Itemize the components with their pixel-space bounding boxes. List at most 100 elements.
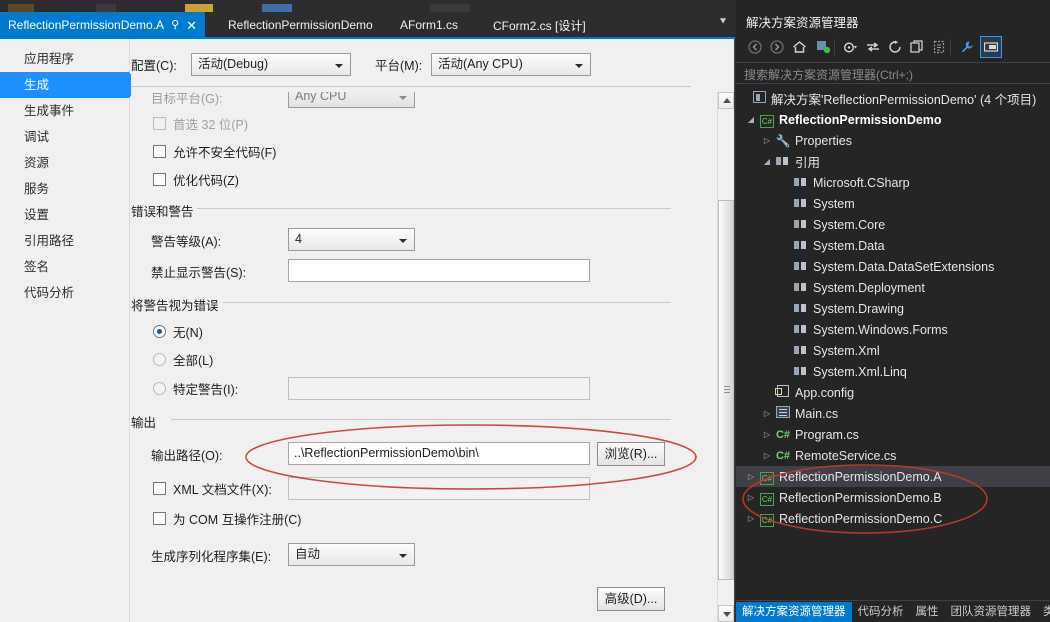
tree-node-references[interactable]: ◢ 引用	[736, 151, 1050, 172]
tree-node-program-cs[interactable]: ▷ C# Program.cs	[736, 424, 1050, 445]
tree-node-main-cs[interactable]: ▷ Main.cs	[736, 403, 1050, 424]
home-icon[interactable]	[788, 36, 810, 58]
bottom-tab-solution-explorer[interactable]: 解决方案资源管理器	[736, 601, 852, 622]
main-toolbar-strip[interactable]	[0, 0, 735, 12]
tree-node-solution[interactable]: 解决方案'ReflectionPermissionDemo' (4 个项目)	[736, 88, 1050, 109]
solution-tree[interactable]: 解决方案'ReflectionPermissionDemo' (4 个项目) ◢…	[736, 88, 1050, 598]
tree-node-remoteservice-cs[interactable]: ▷ C# RemoteService.cs	[736, 445, 1050, 466]
xml-doc-file-checkbox[interactable]	[153, 482, 166, 495]
category-build-events[interactable]: 生成事件	[0, 98, 129, 124]
tree-node-reference[interactable]: System.Data	[736, 235, 1050, 256]
target-platform-select[interactable]: Any CPU	[288, 92, 415, 108]
pending-changes-icon[interactable]	[812, 36, 834, 58]
tree-node-reference[interactable]: System.Xml	[736, 340, 1050, 361]
warnings-all-radio[interactable]	[153, 353, 166, 366]
scrollbar-thumb[interactable]	[718, 200, 734, 580]
tree-node-reflectionpermissiondemo-b[interactable]: ▷ C# ReflectionPermissionDemo.B	[736, 487, 1050, 508]
tree-node-properties[interactable]: ▷ 🔧 Properties	[736, 130, 1050, 151]
show-all-files-icon[interactable]	[906, 36, 928, 58]
twisty-expanded-icon[interactable]: ◢	[744, 115, 758, 124]
xml-doc-file-input[interactable]	[288, 477, 590, 500]
bottom-tab-team-explorer[interactable]: 团队资源管理器	[945, 602, 1038, 622]
sync-views-icon[interactable]	[840, 36, 862, 58]
twisty-expanded-icon[interactable]: ◢	[760, 157, 774, 166]
properties-wrench-icon[interactable]	[956, 36, 978, 58]
optimize-code-checkbox[interactable]	[153, 173, 166, 186]
toolbar-icon-group-2[interactable]	[96, 4, 116, 12]
category-services[interactable]: 服务	[0, 176, 129, 202]
properties-window-icon[interactable]	[980, 36, 1002, 58]
platform-select[interactable]: 活动(Any CPU)	[431, 52, 591, 76]
advanced-button[interactable]: 高级(D)...	[597, 587, 665, 611]
warning-level-select[interactable]: 4	[288, 228, 415, 251]
warnings-specific-radio[interactable]	[153, 382, 166, 395]
solution-explorer-toolbar[interactable]	[736, 34, 1050, 60]
tab-cform2-cs-design[interactable]: CForm2.cs [设计]	[485, 12, 594, 38]
category-resources[interactable]: 资源	[0, 150, 129, 176]
warnings-none-radio[interactable]	[153, 325, 166, 338]
category-application[interactable]: 应用程序	[0, 46, 129, 72]
allow-unsafe-code-checkbox[interactable]	[153, 145, 166, 158]
tree-node-reference[interactable]: System.Xml.Linq	[736, 361, 1050, 382]
configuration-select[interactable]: 活动(Debug)	[191, 52, 351, 76]
serialization-assembly-select[interactable]: 自动	[288, 543, 415, 566]
tree-node-reference[interactable]: System.Drawing	[736, 298, 1050, 319]
editor-tab-strip[interactable]: ReflectionPermissionDemo.A ⚲ ✕ Reflectio…	[0, 12, 735, 38]
bottom-tab-code-analysis[interactable]: 代码分析	[852, 602, 910, 622]
twisty-collapsed-icon[interactable]: ▷	[760, 409, 774, 418]
tree-node-reflectionpermissiondemo-a[interactable]: ▷ C# ReflectionPermissionDemo.A	[736, 466, 1050, 487]
register-com-interop-checkbox[interactable]	[153, 512, 166, 525]
toolbar-icon-group-5[interactable]	[430, 4, 470, 12]
tree-node-reflectionpermissiondemo-c[interactable]: ▷ C# ReflectionPermissionDemo.C	[736, 508, 1050, 529]
back-icon[interactable]	[744, 36, 766, 58]
scroll-up-button[interactable]	[718, 92, 734, 109]
tree-node-reference[interactable]: Microsoft.CSharp	[736, 172, 1050, 193]
toolbar-icon-group-1[interactable]	[8, 4, 34, 12]
properties-vertical-scrollbar[interactable]	[717, 92, 734, 622]
preview-selected-items-icon[interactable]	[928, 36, 950, 58]
category-build[interactable]: 生成	[0, 72, 140, 98]
refresh-icon[interactable]	[862, 36, 884, 58]
suppress-warnings-input[interactable]	[288, 259, 590, 282]
tree-node-reference[interactable]: System.Deployment	[736, 277, 1050, 298]
category-code-analysis[interactable]: 代码分析	[0, 280, 129, 306]
category-debug[interactable]: 调试	[0, 124, 129, 150]
forward-icon[interactable]	[766, 36, 788, 58]
specific-warnings-input[interactable]	[288, 377, 590, 400]
browse-button[interactable]: 浏览(R)...	[597, 442, 665, 466]
toolbar-icon-group-4[interactable]	[262, 4, 292, 12]
category-settings[interactable]: 设置	[0, 202, 129, 228]
tree-node-reflectionpermissiondemo[interactable]: ◢ C# ReflectionPermissionDemo	[736, 109, 1050, 130]
tab-aform1-cs[interactable]: AForm1.cs	[392, 12, 466, 38]
twisty-collapsed-icon[interactable]: ▷	[744, 472, 758, 481]
category-signing[interactable]: 签名	[0, 254, 129, 280]
collapse-all-icon[interactable]	[884, 36, 906, 58]
pin-icon[interactable]: ⚲	[171, 19, 179, 31]
tree-node-reference[interactable]: System.Windows.Forms	[736, 319, 1050, 340]
twisty-collapsed-icon[interactable]: ▷	[744, 493, 758, 502]
scroll-down-button[interactable]	[718, 605, 734, 622]
tree-node-reference[interactable]: System.Core	[736, 214, 1050, 235]
prefer-32bit-checkbox[interactable]	[153, 117, 166, 130]
register-com-interop-label: 为 COM 互操作注册(C)	[173, 513, 302, 527]
twisty-collapsed-icon[interactable]: ▷	[760, 430, 774, 439]
toolbar-icon-group-3[interactable]	[185, 4, 213, 12]
solution-explorer-bottom-tabs[interactable]: 解决方案资源管理器 代码分析 属性 团队资源管理器 类	[736, 600, 1050, 622]
tree-node-reference[interactable]: System.Data.DataSetExtensions	[736, 256, 1050, 277]
tree-node-reference[interactable]: System	[736, 193, 1050, 214]
properties-category-list[interactable]: 应用程序 生成 生成事件 调试 资源 服务 设置 引用路径 签名 代码分析	[0, 39, 140, 622]
tab-overflow-chevron-down-icon[interactable]: ⯆	[715, 16, 731, 34]
tab-reflectionpermissiondemo[interactable]: ReflectionPermissionDemo	[220, 12, 381, 38]
bottom-tab-class-view[interactable]: 类	[1037, 602, 1050, 622]
twisty-collapsed-icon[interactable]: ▷	[760, 136, 774, 145]
twisty-collapsed-icon[interactable]: ▷	[744, 514, 758, 523]
output-path-input[interactable]: ..\ReflectionPermissionDemo\bin\	[288, 442, 590, 465]
bottom-tab-properties[interactable]: 属性	[910, 602, 945, 622]
solution-explorer-search-box[interactable]: 搜索解决方案资源管理器(Ctrl+;)	[736, 62, 1050, 84]
csproj-icon: C#	[760, 492, 774, 506]
tree-node-app-config[interactable]: App.config	[736, 382, 1050, 403]
twisty-collapsed-icon[interactable]: ▷	[760, 451, 774, 460]
tab-reflectionpermissiondemo-a[interactable]: ReflectionPermissionDemo.A ⚲ ✕	[0, 12, 206, 38]
category-reference-paths[interactable]: 引用路径	[0, 228, 129, 254]
close-icon[interactable]: ✕	[186, 19, 197, 32]
